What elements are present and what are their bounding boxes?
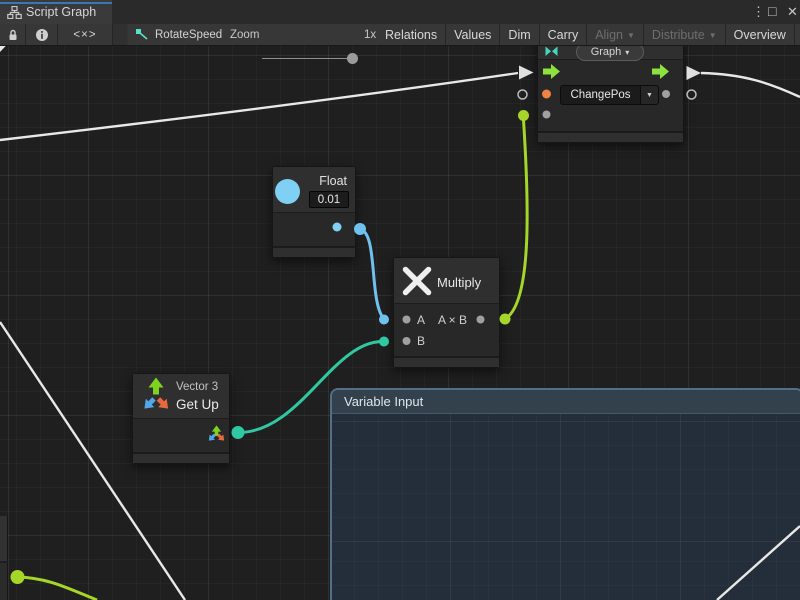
zoom-slider-handle[interactable] [347,53,358,64]
node-multiply-body [394,304,499,356]
script-graph-window: Variable Input Graph ▾ ChangePos ▼ Float… [0,0,800,600]
info-icon [34,27,50,43]
zoom-slider-track[interactable] [262,58,352,59]
close-icon[interactable]: ✕ [787,4,798,19]
zoom-label: Zoom [230,29,259,41]
float-value-field[interactable]: 0.01 [309,191,349,208]
lock-icon [5,27,21,43]
code-icon: <×> [73,29,96,41]
lock-button[interactable] [0,24,26,45]
node-multiply-footer [394,356,499,367]
multiply-output-label: A × B [438,313,467,327]
carry-button[interactable]: Carry [540,24,588,45]
multiply-title: Multiply [437,275,481,290]
offscreen-node-top[interactable] [0,516,8,561]
graph-name-label: RotateSpeed [155,29,222,41]
group-body [332,414,800,600]
node-vector3-body [133,419,229,452]
node-vector3-footer [133,452,229,463]
graph-asset-icon [135,28,150,42]
tab-title: Script Graph [26,5,96,19]
align-button: Align ▼ [587,24,644,45]
graph-scope-label: Graph [591,46,622,58]
relations-button[interactable]: Relations [377,24,446,45]
group-title: Variable Input [344,394,423,409]
vector3-title: Vector 3 [176,381,218,393]
group-variable-input[interactable]: Variable Input [330,388,800,600]
multiply-input-b-label: B [417,334,425,348]
chevron-down-icon: ▾ [625,48,629,57]
values-button[interactable]: Values [446,24,500,45]
chevron-down-icon: ▼ [627,31,635,40]
node-graph-event-footer [538,131,683,142]
offscreen-node-bottom[interactable] [0,563,8,600]
info-button[interactable] [26,24,58,45]
script-graph-icon [7,6,22,19]
changepos-value: ChangePos [561,86,640,104]
overview-button[interactable]: Overview [726,24,795,45]
window-menu-icon[interactable]: ⋮ [752,4,765,19]
tab-script-graph[interactable]: Script Graph [0,0,112,24]
window-titlebar: Script Graph ⋮ □ ✕ [0,0,800,24]
graph-toolbar: <×> RotateSpeed Zoom 1x Relations Values… [0,24,800,46]
float-title: Float [305,174,347,188]
changepos-variable-dropdown[interactable]: ChangePos ▼ [560,85,659,105]
toolbar-gap [113,24,127,45]
dim-button[interactable]: Dim [500,24,539,45]
vector3-subtitle: Get Up [176,397,219,412]
multiply-input-a-label: A [417,313,425,327]
dropdown-arrow-icon[interactable]: ▼ [640,86,658,104]
code-view-button[interactable]: <×> [58,24,113,45]
node-float-footer [273,246,355,257]
tab-accent-line [0,2,112,4]
distribute-button: Distribute ▼ [644,24,726,45]
chevron-down-icon: ▼ [709,31,717,40]
maximize-icon[interactable]: □ [768,4,776,19]
node-float-body [273,213,355,246]
graph-breadcrumb[interactable]: RotateSpeed Zoom 1x [128,24,385,45]
fullscreen-button[interactable]: Full Screen [795,24,800,45]
group-header[interactable]: Variable Input [332,390,800,414]
zoom-value: 1x [364,29,376,41]
